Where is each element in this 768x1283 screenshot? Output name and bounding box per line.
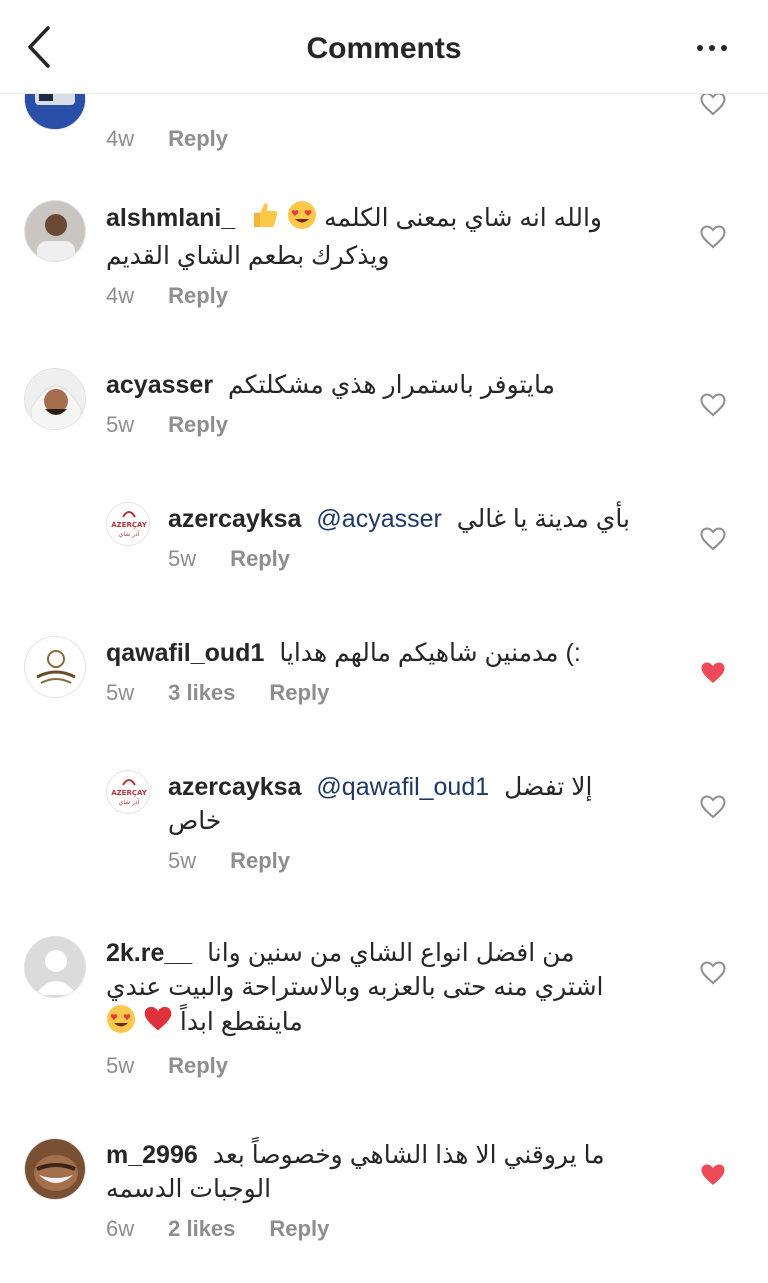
comment-time: 5w xyxy=(168,848,197,873)
heart-eyes-emoji-icon xyxy=(106,1004,136,1043)
comment-username[interactable]: alshmlani_ xyxy=(106,204,235,232)
comments-feed[interactable]: 4w Reply alshmlani_ والله انه شاي بمعنى … xyxy=(0,0,768,1283)
comment-time: 4w xyxy=(106,126,135,151)
comment-text: azercayksa @acyasser بأي مدينة يا غالي xyxy=(168,502,668,536)
comment-body-line2: اشتري منه حتى بالعزبه وبالاستراحة والبيت… xyxy=(106,973,604,1001)
svg-text:آذر شاي: آذر شاي xyxy=(119,797,140,806)
thumbs-up-icon xyxy=(250,200,280,239)
brand-logo: AZERÇAY آذر شاي xyxy=(107,771,149,813)
heart-eyes-emoji-icon xyxy=(287,200,317,239)
comment-text: azercayksa @qawafil_oud1 إلا تفضل خاص xyxy=(168,770,668,838)
heart-icon[interactable] xyxy=(700,527,726,551)
comment-text: acyasser مايتوفر باستمرار هذي مشكلتكم xyxy=(106,368,668,402)
comment-time: 6w xyxy=(106,1216,135,1241)
likes-count[interactable]: 2 likes xyxy=(168,1216,235,1242)
reply-button[interactable]: Reply xyxy=(168,1053,228,1079)
reply-item: AZERÇAY آذر شاي azercayksa @qawafil_oud1… xyxy=(0,770,768,890)
brand-logo xyxy=(25,637,85,697)
comment-username[interactable]: 2k.re__ xyxy=(106,939,192,967)
comment-body-line2: خاص xyxy=(168,807,222,835)
comment-time: 5w xyxy=(106,1053,135,1078)
mention-link[interactable]: @qawafil_oud1 xyxy=(316,773,489,801)
comment-body: من افضل انواع الشاي من سنين وانا xyxy=(207,939,575,967)
avatar-image xyxy=(25,369,85,429)
comment-text: m_2996 ما يروقني الا هذا الشاهي وخصوصاً … xyxy=(106,1138,668,1206)
reply-button[interactable]: Reply xyxy=(168,283,228,309)
comment-username[interactable]: azercayksa xyxy=(168,505,301,533)
avatar-image xyxy=(25,1139,85,1199)
comment-time: 5w xyxy=(168,546,197,571)
comment-username[interactable]: qawafil_oud1 xyxy=(106,639,264,667)
comment-body: مايتوفر باستمرار هذي مشكلتكم xyxy=(228,371,555,399)
comment-item: m_2996 ما يروقني الا هذا الشاهي وخصوصاً … xyxy=(0,1138,768,1268)
comment-item: acyasser مايتوفر باستمرار هذي مشكلتكم 5w… xyxy=(0,368,768,458)
comment-meta: 4w Reply xyxy=(106,283,668,309)
reply-button[interactable]: Reply xyxy=(168,126,228,152)
default-avatar-icon xyxy=(25,937,85,997)
comment-username[interactable]: acyasser xyxy=(106,371,213,399)
heart-filled-icon[interactable] xyxy=(700,1163,726,1187)
comment-body-line3: ماينقطع ابداً xyxy=(106,1004,668,1043)
comment-meta: 4w Reply xyxy=(106,126,668,152)
likes-count[interactable]: 3 likes xyxy=(168,680,235,706)
comment-meta: 5w Reply xyxy=(168,546,668,572)
reply-button[interactable]: Reply xyxy=(230,848,290,874)
avatar[interactable]: AZERÇAY آذر شاي xyxy=(106,502,150,546)
comment-body: بأي مدينة يا غالي xyxy=(456,505,630,533)
heart-icon[interactable] xyxy=(700,393,726,417)
reply-button[interactable]: Reply xyxy=(269,680,329,706)
more-horizontal-icon[interactable] xyxy=(692,36,732,60)
avatar[interactable] xyxy=(24,636,86,698)
comment-meta: 5w Reply xyxy=(106,1053,668,1079)
comment-time: 5w xyxy=(106,680,135,705)
svg-text:AZERÇAY: AZERÇAY xyxy=(111,521,148,529)
heart-icon[interactable] xyxy=(700,225,726,249)
comment-body: مدمنين شاهيكم مالهم هدايا xyxy=(279,639,559,667)
heart-icon[interactable] xyxy=(700,795,726,819)
comment-body-line2: ويذكرك بطعم الشاي القديم xyxy=(106,242,390,270)
heart-icon[interactable] xyxy=(700,92,726,116)
avatar[interactable] xyxy=(24,936,86,998)
comment-text: alshmlani_ والله انه شاي بمعنى الكلمه وي… xyxy=(106,200,668,273)
top-bar: Comments xyxy=(0,0,768,94)
comment-text: qawafil_oud1 مدمنين شاهيكم مالهم هدايا (… xyxy=(106,636,668,670)
brand-logo: AZERÇAY آذر شاي xyxy=(107,503,149,545)
reply-button[interactable]: Reply xyxy=(269,1216,329,1242)
comment-body: إلا تفضل xyxy=(504,773,593,801)
reply-button[interactable]: Reply xyxy=(168,412,228,438)
avatar-image xyxy=(25,201,85,261)
comment-meta: 5w Reply xyxy=(168,848,668,874)
comment-body-line2: الوجبات الدسمه xyxy=(106,1175,272,1203)
comment-body: والله انه شاي بمعنى الكلمه xyxy=(324,204,602,233)
avatar[interactable] xyxy=(24,1138,86,1200)
page-title: Comments xyxy=(306,32,462,65)
comment-body-line3-text: ماينقطع ابداً xyxy=(179,1008,303,1037)
comment-emoticon: (: xyxy=(565,639,581,667)
red-heart-emoji-icon xyxy=(143,1005,173,1042)
comment-item: 2k.re__ من افضل انواع الشاي من سنين وانا… xyxy=(0,936,768,1086)
comment-meta: 5w Reply xyxy=(106,412,668,438)
reply-button[interactable]: Reply xyxy=(230,546,290,572)
avatar[interactable]: AZERÇAY آذر شاي xyxy=(106,770,150,814)
comment-username[interactable]: azercayksa xyxy=(168,773,301,801)
mention-link[interactable]: @acyasser xyxy=(316,505,441,533)
svg-text:AZERÇAY: AZERÇAY xyxy=(111,789,148,797)
comment-body: ما يروقني الا هذا الشاهي وخصوصاً بعد xyxy=(212,1141,605,1169)
svg-text:آذر شاي: آذر شاي xyxy=(119,529,140,538)
avatar[interactable] xyxy=(24,368,86,430)
comment-item: qawafil_oud1 مدمنين شاهيكم مالهم هدايا (… xyxy=(0,636,768,726)
comment-time: 4w xyxy=(106,283,135,308)
reply-item: AZERÇAY آذر شاي azercayksa @acyasser بأي… xyxy=(0,502,768,592)
comment-username[interactable]: m_2996 xyxy=(106,1141,198,1169)
heart-filled-icon[interactable] xyxy=(700,661,726,685)
heart-icon[interactable] xyxy=(700,961,726,985)
comment-text: 2k.re__ من افضل انواع الشاي من سنين وانا… xyxy=(106,936,668,1043)
comment-meta: 6w 2 likes Reply xyxy=(106,1216,668,1242)
comment-meta: 5w 3 likes Reply xyxy=(106,680,668,706)
comment-item: alshmlani_ والله انه شاي بمعنى الكلمه وي… xyxy=(0,200,768,320)
avatar[interactable] xyxy=(24,200,86,262)
comment-time: 5w xyxy=(106,412,135,437)
